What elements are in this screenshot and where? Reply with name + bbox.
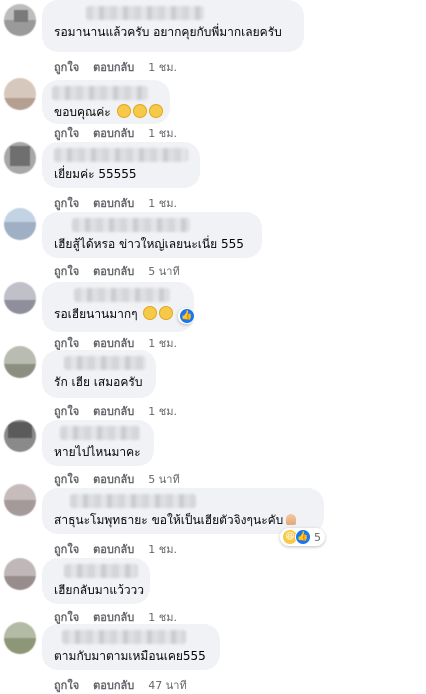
reply-link[interactable]: ตอบกลับ	[93, 127, 134, 140]
pray-emoji	[286, 514, 297, 525]
avatar[interactable]	[4, 208, 36, 240]
comment-actions: ถูกใจ ตอบกลับ 47 นาที	[54, 676, 187, 694]
timestamp[interactable]: 1 ชม.	[148, 543, 177, 556]
comment-text: ตามกับมาตามเหมือนเคย555	[54, 649, 206, 663]
avatar[interactable]	[4, 420, 36, 452]
comment-actions: ถูกใจ ตอบกลับ 5 นาที	[54, 262, 180, 280]
comment-text: เฮียสู้ได้หรอ ข่าวใหญ่เลยนะเนี่ย 555	[54, 237, 244, 251]
comment-actions: ถูกใจ ตอบกลับ 1 ชม.	[54, 402, 177, 420]
like-link[interactable]: ถูกใจ	[54, 61, 79, 74]
reaction-summary[interactable]: 👍	[178, 308, 195, 324]
like-link[interactable]: ถูกใจ	[54, 679, 79, 692]
like-link[interactable]: ถูกใจ	[54, 265, 79, 278]
comment-text: รอมานานแล้วครับ อยากคุยกับพี่มากเลยครับ	[54, 25, 282, 39]
avatar[interactable]	[4, 346, 36, 378]
rofl-emoji	[141, 306, 174, 321]
like-icon: 👍	[179, 308, 195, 324]
reaction-count: 5	[314, 530, 321, 544]
reply-link[interactable]: ตอบกลับ	[93, 197, 134, 210]
like-link[interactable]: ถูกใจ	[54, 337, 79, 350]
commenter-name[interactable]	[74, 288, 170, 302]
like-icon: 👍	[295, 529, 311, 545]
reply-link[interactable]: ตอบกลับ	[93, 473, 134, 486]
comment-text: หายไปไหนมาคะ	[54, 445, 141, 459]
comment-bubble: สาธุนะโมพุทธายะ ขอให้เป็นเฮียตัวจิงๆนะคั…	[42, 488, 324, 534]
comment-bubble: หายไปไหนมาคะ	[42, 420, 154, 466]
commenter-name[interactable]	[62, 630, 186, 644]
timestamp[interactable]: 47 นาที	[148, 679, 186, 692]
comment-text: เฮียกลับมาแว้ววว	[54, 583, 145, 597]
timestamp[interactable]: 1 ชม.	[148, 611, 177, 624]
comment-bubble: รอเฮียนานมากๆ	[42, 282, 194, 332]
comment-bubble: รอมานานแล้วครับ อยากคุยกับพี่มากเลยครับ	[42, 0, 304, 52]
grin-emoji	[115, 104, 163, 119]
comment-bubble: เฮียสู้ได้หรอ ข่าวใหญ่เลยนะเนี่ย 555	[42, 212, 262, 258]
avatar[interactable]	[4, 78, 36, 110]
commenter-name[interactable]	[86, 6, 204, 20]
comment-actions: ถูกใจ ตอบกลับ 5 นาที	[54, 470, 180, 488]
reply-link[interactable]: ตอบกลับ	[93, 611, 134, 624]
comment-bubble: รัก เฮีย เสมอครับ	[42, 350, 156, 398]
reply-link[interactable]: ตอบกลับ	[93, 265, 134, 278]
comment-bubble: เฮียกลับมาแว้ววว	[42, 558, 150, 604]
comment-bubble: ขอบคุณค่ะ	[42, 80, 170, 124]
avatar[interactable]	[4, 622, 36, 654]
avatar[interactable]	[4, 558, 36, 590]
comment-text: รอเฮียนานมากๆ	[54, 306, 182, 322]
comment-actions: ถูกใจ ตอบกลับ 1 ชม.	[54, 124, 177, 142]
commenter-name[interactable]	[54, 148, 188, 162]
like-link[interactable]: ถูกใจ	[54, 543, 79, 556]
avatar[interactable]	[4, 142, 36, 174]
avatar[interactable]	[4, 4, 36, 36]
comment-text: ขอบคุณค่ะ	[54, 104, 163, 122]
comment-bubble: ตามกับมาตามเหมือนเคย555	[42, 624, 220, 670]
timestamp[interactable]: 1 ชม.	[148, 61, 177, 74]
timestamp[interactable]: 1 ชม.	[148, 337, 177, 350]
avatar[interactable]	[4, 484, 36, 516]
commenter-name[interactable]	[64, 564, 138, 578]
comment-actions: ถูกใจ ตอบกลับ 1 ชม.	[54, 58, 177, 76]
commenter-name[interactable]	[64, 356, 146, 370]
commenter-name[interactable]	[60, 426, 140, 440]
commenter-name[interactable]	[52, 86, 148, 100]
comment-actions: ถูกใจ ตอบกลับ 1 ชม.	[54, 540, 177, 558]
comment-bubble: เยี่ยมค่ะ 55555	[42, 142, 200, 188]
like-link[interactable]: ถูกใจ	[54, 473, 79, 486]
reply-link[interactable]: ตอบกลับ	[93, 679, 134, 692]
commenter-name[interactable]	[70, 494, 196, 508]
reply-link[interactable]: ตอบกลับ	[93, 543, 134, 556]
reply-link[interactable]: ตอบกลับ	[93, 337, 134, 350]
timestamp[interactable]: 5 นาที	[148, 265, 179, 278]
timestamp[interactable]: 5 นาที	[148, 473, 179, 486]
timestamp[interactable]: 1 ชม.	[148, 405, 177, 418]
reply-link[interactable]: ตอบกลับ	[93, 61, 134, 74]
reply-link[interactable]: ตอบกลับ	[93, 405, 134, 418]
avatar[interactable]	[4, 282, 36, 314]
comment-actions: ถูกใจ ตอบกลับ 1 ชม.	[54, 194, 177, 212]
like-link[interactable]: ถูกใจ	[54, 127, 79, 140]
timestamp[interactable]: 1 ชม.	[148, 197, 177, 210]
like-link[interactable]: ถูกใจ	[54, 197, 79, 210]
comment-text: รัก เฮีย เสมอครับ	[54, 375, 143, 389]
comment-text: เยี่ยมค่ะ 55555	[54, 167, 137, 181]
like-link[interactable]: ถูกใจ	[54, 611, 79, 624]
timestamp[interactable]: 1 ชม.	[148, 127, 177, 140]
like-link[interactable]: ถูกใจ	[54, 405, 79, 418]
commenter-name[interactable]	[72, 218, 190, 232]
reaction-summary[interactable]: 😆 👍 5	[280, 528, 325, 546]
comment-text: สาธุนะโมพุทธายะ ขอให้เป็นเฮียตัวจิงๆนะคั…	[54, 512, 312, 528]
